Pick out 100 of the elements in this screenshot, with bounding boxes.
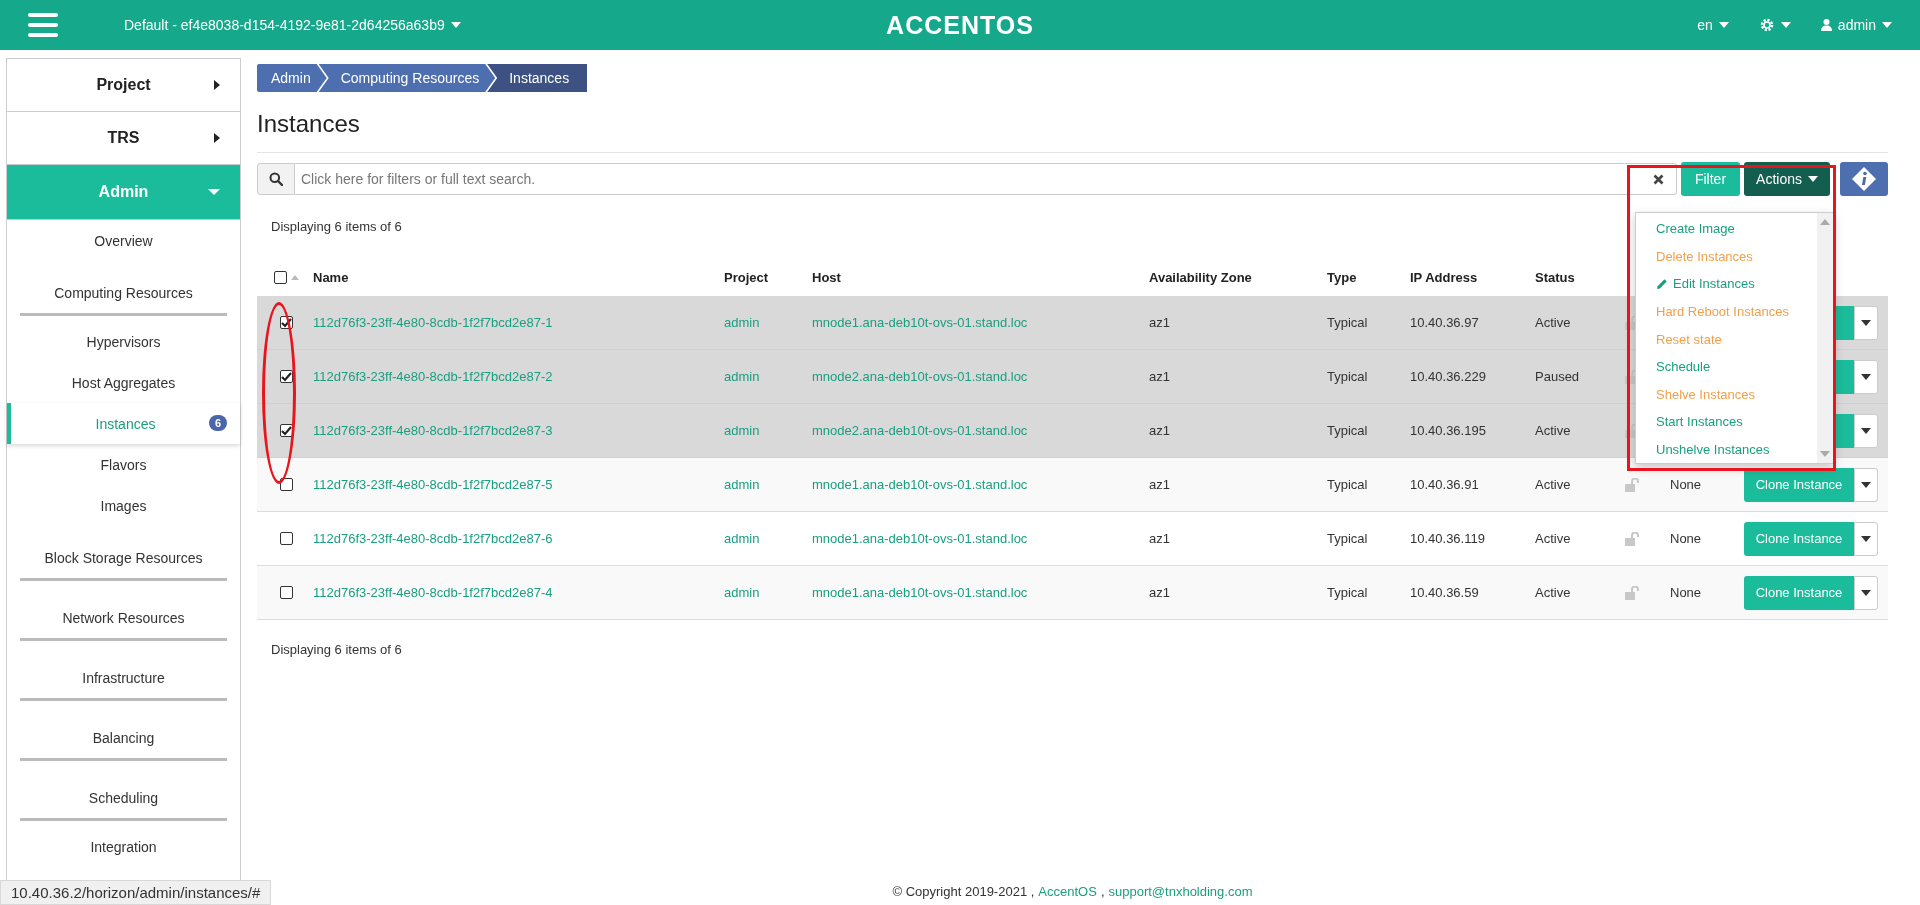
sidebar-group[interactable]: Network Resources bbox=[7, 597, 240, 638]
padlock-icon bbox=[1625, 585, 1641, 600]
clone-instance-button[interactable]: Clone Instance bbox=[1744, 467, 1854, 502]
sidebar-item[interactable]: Overview bbox=[7, 220, 240, 261]
more-actions-button[interactable] bbox=[1854, 467, 1878, 502]
project-dropdown[interactable]: Default - ef4e8038-d154-4192-9e81-2d64256a63b9 bbox=[124, 17, 461, 33]
breadcrumb-item[interactable]: Instances bbox=[487, 64, 588, 92]
close-icon bbox=[1652, 173, 1664, 185]
column-header[interactable]: Host bbox=[812, 269, 841, 285]
column-header[interactable]: Availability Zone bbox=[1149, 269, 1252, 285]
language-dropdown[interactable]: en bbox=[1697, 17, 1729, 33]
pencil-icon bbox=[1656, 277, 1668, 290]
sidebar-item[interactable]: Hypervisors bbox=[7, 321, 240, 362]
host-link[interactable]: mnode1.ana-deb10t-ovs-01.stand.loc bbox=[812, 531, 1028, 546]
sidebar-item[interactable]: Host Aggregates bbox=[7, 362, 240, 403]
settings-dropdown[interactable] bbox=[1758, 17, 1791, 33]
more-actions-button[interactable] bbox=[1854, 305, 1878, 340]
column-header[interactable]: Project bbox=[724, 269, 769, 285]
row-checkbox[interactable] bbox=[279, 370, 293, 383]
table-cell: Active bbox=[1535, 477, 1571, 492]
clone-instance-button[interactable]: Clone Instance bbox=[1744, 575, 1854, 610]
actions-button[interactable]: Actions bbox=[1744, 162, 1830, 196]
menu-item[interactable]: Reset state bbox=[1636, 325, 1817, 353]
browser-status-bar: 10.40.36.2/horizon/admin/instances/# bbox=[0, 880, 272, 905]
count-badge: 6 bbox=[208, 415, 227, 431]
instance-name-link[interactable]: 112d76f3-23ff-4e80-8cdb-1f2f7bcd2e87-5 bbox=[313, 477, 553, 492]
clone-instance-button[interactable]: Clone Instance bbox=[1744, 521, 1854, 556]
scrollbar[interactable] bbox=[1817, 213, 1833, 463]
row-checkbox[interactable] bbox=[279, 532, 293, 545]
project-link[interactable]: admin bbox=[724, 585, 760, 600]
table-cell: 10.40.36.195 bbox=[1410, 423, 1486, 438]
table-row[interactable]: 112d76f3-23ff-4e80-8cdb-1f2f7bcd2e87-4 admin mnode1.ana-deb10t-ovs-01.stand.loc az1 Typical 10.40.36.59 Active None Clone Instance bbox=[257, 566, 1888, 620]
sidebar-group[interactable]: Block Storage Resources bbox=[7, 537, 240, 578]
menu-item[interactable]: Edit Instances bbox=[1636, 270, 1817, 298]
table-cell: az1 bbox=[1149, 315, 1170, 330]
column-header[interactable]: Type bbox=[1327, 269, 1357, 285]
menu-item[interactable]: Hard Reboot Instances bbox=[1636, 297, 1817, 326]
table-cell: 10.40.36.119 bbox=[1410, 531, 1485, 546]
menu-item[interactable]: Start Instances bbox=[1636, 407, 1817, 436]
project-link[interactable]: admin bbox=[724, 369, 760, 384]
more-actions-button[interactable] bbox=[1854, 521, 1878, 556]
gear-icon bbox=[1758, 17, 1775, 33]
instance-name-link[interactable]: 112d76f3-23ff-4e80-8cdb-1f2f7bcd2e87-2 bbox=[313, 369, 553, 384]
table-cell: az1 bbox=[1149, 369, 1170, 384]
sidebar-item[interactable]: Integration bbox=[7, 826, 240, 867]
sidebar-panel[interactable]: Admin bbox=[7, 165, 240, 220]
info-button[interactable] bbox=[1840, 162, 1888, 196]
table-cell: Typical bbox=[1327, 369, 1368, 384]
instance-name-link[interactable]: 112d76f3-23ff-4e80-8cdb-1f2f7bcd2e87-3 bbox=[313, 423, 553, 438]
more-actions-button[interactable] bbox=[1854, 575, 1878, 610]
menu-item[interactable]: Schedule bbox=[1636, 352, 1817, 381]
row-checkbox[interactable] bbox=[279, 586, 293, 599]
instance-name-link[interactable]: 112d76f3-23ff-4e80-8cdb-1f2f7bcd2e87-6 bbox=[313, 531, 553, 546]
project-link[interactable]: admin bbox=[724, 423, 760, 438]
column-header[interactable]: Name bbox=[313, 269, 349, 285]
project-link[interactable]: admin bbox=[724, 315, 760, 330]
table-cell: Typical bbox=[1327, 477, 1368, 492]
breadcrumb-item[interactable]: Admin bbox=[257, 64, 327, 92]
sidebar-group[interactable]: Scheduling bbox=[7, 777, 240, 818]
select-all-checkbox[interactable] bbox=[273, 270, 287, 284]
sidebar-group[interactable]: Balancing bbox=[7, 717, 240, 758]
row-checkbox[interactable] bbox=[279, 424, 293, 437]
row-checkbox[interactable] bbox=[279, 478, 293, 491]
logo: ACCENTOS bbox=[886, 10, 1034, 40]
filter-button[interactable]: Filter bbox=[1680, 162, 1741, 196]
host-link[interactable]: mnode1.ana-deb10t-ovs-01.stand.loc bbox=[812, 585, 1028, 600]
table-row[interactable]: 112d76f3-23ff-4e80-8cdb-1f2f7bcd2e87-5 admin mnode1.ana-deb10t-ovs-01.stand.loc az1 Typical 10.40.36.91 Active None Clone Instance bbox=[257, 458, 1888, 512]
table-cell: Typical bbox=[1327, 315, 1368, 330]
menu-item[interactable]: Delete Instances bbox=[1636, 242, 1817, 271]
table-cell: None bbox=[1670, 477, 1702, 492]
sidebar-group[interactable]: Infrastructure bbox=[7, 657, 240, 698]
sidebar-item[interactable]: Images bbox=[7, 485, 240, 526]
sidebar-item[interactable]: Instances 6 bbox=[7, 403, 240, 444]
sidebar-item[interactable]: Flavors bbox=[7, 444, 240, 485]
sidebar-group[interactable]: Computing Resources bbox=[7, 272, 240, 313]
menu-item[interactable]: Create Image bbox=[1636, 215, 1817, 243]
table-cell: 10.40.36.229 bbox=[1410, 369, 1486, 384]
sidebar-panel[interactable]: Project bbox=[7, 59, 240, 112]
menu-icon[interactable] bbox=[28, 13, 58, 37]
table-cell: 10.40.36.97 bbox=[1410, 315, 1479, 330]
more-actions-button[interactable] bbox=[1854, 413, 1878, 448]
project-link[interactable]: admin bbox=[724, 477, 760, 492]
host-link[interactable]: mnode2.ana-deb10t-ovs-01.stand.loc bbox=[812, 369, 1028, 384]
search-field[interactable]: Click here for filters or full text search. bbox=[295, 163, 1641, 195]
table-cell: Typical bbox=[1327, 531, 1368, 546]
host-link[interactable]: mnode1.ana-deb10t-ovs-01.stand.loc bbox=[812, 315, 1028, 330]
instance-name-link[interactable]: 112d76f3-23ff-4e80-8cdb-1f2f7bcd2e87-4 bbox=[313, 585, 553, 600]
search-button[interactable] bbox=[257, 163, 295, 195]
column-header[interactable]: Status bbox=[1535, 269, 1575, 285]
brand-link[interactable]: AccentOS bbox=[1038, 884, 1097, 899]
user-dropdown[interactable]: admin bbox=[1820, 17, 1892, 33]
more-actions-button[interactable] bbox=[1854, 359, 1878, 394]
host-link[interactable]: mnode1.ana-deb10t-ovs-01.stand.loc bbox=[812, 477, 1028, 492]
column-header[interactable]: IP Address bbox=[1410, 269, 1478, 285]
breadcrumb-item[interactable]: Computing Resources bbox=[318, 64, 496, 92]
project-link[interactable]: admin bbox=[724, 531, 760, 546]
table-cell: az1 bbox=[1149, 423, 1170, 438]
instance-name-link[interactable]: 112d76f3-23ff-4e80-8cdb-1f2f7bcd2e87-1 bbox=[313, 315, 553, 330]
email-link[interactable]: support@tnxholding.com bbox=[1108, 884, 1253, 899]
host-link[interactable]: mnode2.ana-deb10t-ovs-01.stand.loc bbox=[812, 423, 1028, 438]
